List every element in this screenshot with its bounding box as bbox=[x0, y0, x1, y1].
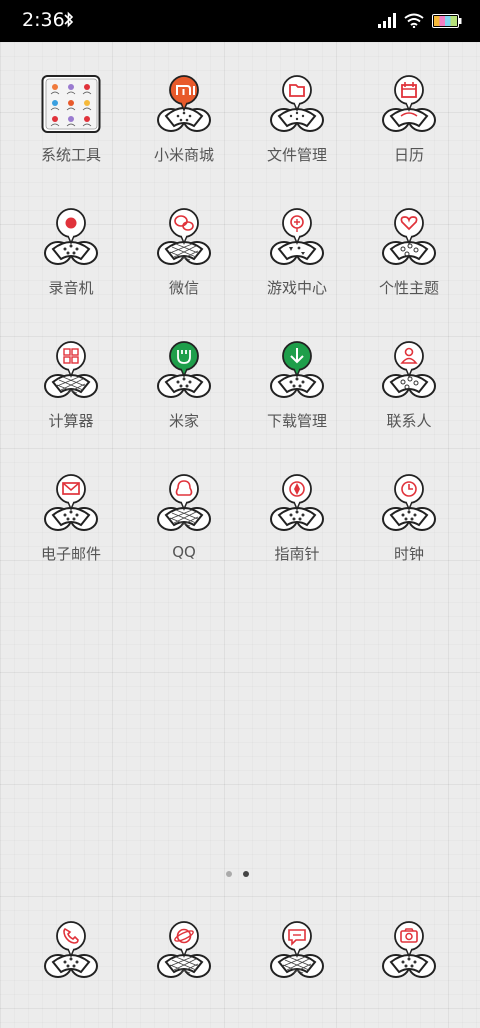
app-mijia[interactable]: 米家 bbox=[124, 338, 244, 448]
calculator-icon bbox=[44, 341, 98, 398]
page-dot[interactable] bbox=[226, 871, 232, 877]
app-label: QQ bbox=[172, 543, 196, 561]
browser-icon bbox=[157, 921, 211, 978]
messages-icon bbox=[270, 921, 324, 978]
game-center-icon bbox=[270, 208, 324, 265]
app-themes[interactable]: 个性主题 bbox=[349, 205, 469, 315]
app-calculator[interactable]: 计算器 bbox=[11, 338, 131, 448]
app-compass[interactable]: 指南针 bbox=[237, 471, 357, 581]
signal-icon bbox=[378, 13, 396, 28]
wifi-icon bbox=[404, 13, 424, 28]
app-recorder[interactable]: 录音机 bbox=[11, 205, 131, 315]
app-mi-store[interactable]: 小米商城 bbox=[124, 72, 244, 182]
clock-icon bbox=[382, 474, 436, 531]
app-label: 录音机 bbox=[48, 279, 94, 297]
battery-icon bbox=[432, 13, 462, 28]
app-email[interactable]: 电子邮件 bbox=[11, 471, 131, 581]
app-downloads[interactable]: 下载管理 bbox=[237, 338, 357, 448]
app-label: 联系人 bbox=[386, 412, 432, 430]
app-system-tools[interactable]: 系统工具 bbox=[11, 72, 131, 182]
app-label: 下载管理 bbox=[266, 412, 327, 430]
app-label: 文件管理 bbox=[266, 146, 327, 164]
phone-icon bbox=[44, 921, 98, 978]
app-qq[interactable]: QQ bbox=[124, 471, 244, 581]
app-label: 米家 bbox=[168, 412, 199, 430]
themes-icon bbox=[382, 208, 436, 265]
dock-phone[interactable] bbox=[11, 918, 131, 1028]
wechat-icon bbox=[157, 208, 211, 265]
app-label: 个性主题 bbox=[378, 279, 439, 297]
app-contacts[interactable]: 联系人 bbox=[349, 338, 469, 448]
dock-messages[interactable] bbox=[237, 918, 357, 1028]
page-indicator bbox=[226, 871, 249, 877]
bluetooth-icon bbox=[64, 11, 74, 28]
app-label: 系统工具 bbox=[40, 146, 101, 164]
app-game-center[interactable]: 游戏中心 bbox=[237, 205, 357, 315]
app-clock[interactable]: 时钟 bbox=[349, 471, 469, 581]
contacts-icon bbox=[382, 341, 436, 398]
email-icon bbox=[44, 474, 98, 531]
app-calendar[interactable]: 日历 bbox=[349, 72, 469, 182]
camera-icon bbox=[382, 921, 436, 978]
file-manager-icon bbox=[270, 75, 324, 132]
app-label: 日历 bbox=[393, 146, 424, 164]
mi-store-icon bbox=[157, 75, 211, 132]
mijia-icon bbox=[157, 341, 211, 398]
app-label: 微信 bbox=[168, 279, 199, 297]
calendar-icon bbox=[382, 75, 436, 132]
dock-browser[interactable] bbox=[124, 918, 244, 1028]
dock-camera[interactable] bbox=[349, 918, 469, 1028]
status-time: 2:36 bbox=[22, 9, 65, 31]
status-bar: 2:36 bbox=[0, 0, 480, 42]
folder-icon bbox=[41, 75, 101, 133]
app-label: 电子邮件 bbox=[40, 545, 101, 563]
app-wechat[interactable]: 微信 bbox=[124, 205, 244, 315]
page-dot-active[interactable] bbox=[243, 871, 249, 877]
app-label: 计算器 bbox=[48, 412, 94, 430]
app-file-manager[interactable]: 文件管理 bbox=[237, 72, 357, 182]
recorder-icon bbox=[44, 208, 98, 265]
app-label: 时钟 bbox=[393, 545, 424, 563]
qq-icon bbox=[157, 474, 211, 531]
dock bbox=[0, 918, 480, 980]
app-label: 指南针 bbox=[274, 545, 320, 563]
compass-icon bbox=[270, 474, 324, 531]
app-label: 游戏中心 bbox=[266, 279, 327, 297]
downloads-icon bbox=[270, 341, 324, 398]
app-label: 小米商城 bbox=[153, 146, 214, 164]
